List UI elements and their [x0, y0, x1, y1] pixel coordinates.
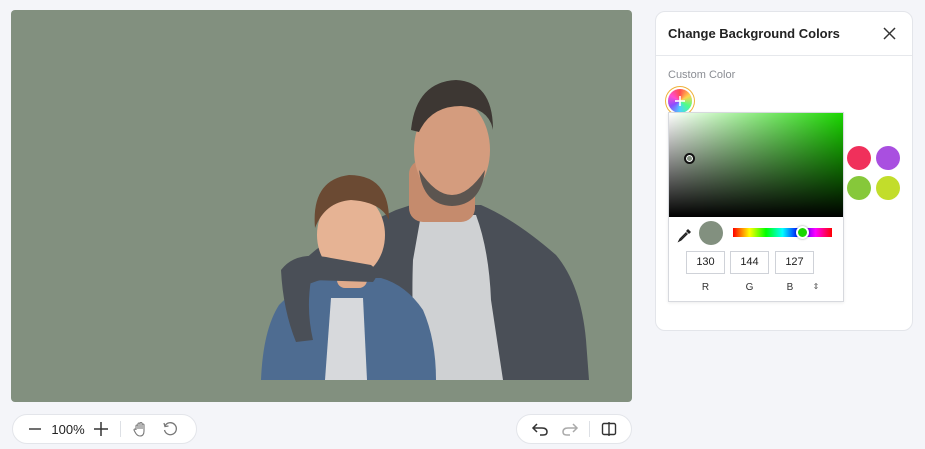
- saturation-handle[interactable]: [684, 153, 695, 164]
- divider: [589, 421, 590, 437]
- minus-icon[interactable]: [22, 416, 48, 442]
- hue-slider[interactable]: [733, 226, 832, 239]
- current-color-swatch: [699, 221, 723, 245]
- color-mode-toggle[interactable]: ⇕: [810, 281, 822, 293]
- panel-title: Change Background Colors: [668, 26, 840, 41]
- preset-color-green[interactable]: [847, 176, 871, 200]
- preset-color-purple[interactable]: [876, 146, 900, 170]
- history-toolbar: [516, 414, 632, 444]
- preset-color-lime[interactable]: [876, 176, 900, 200]
- custom-color-label: Custom Color: [668, 69, 736, 81]
- preset-color-red[interactable]: [847, 146, 871, 170]
- close-icon[interactable]: [878, 23, 900, 45]
- red-label: R: [701, 282, 710, 293]
- hand-icon[interactable]: [127, 416, 153, 442]
- eyedropper-icon[interactable]: [677, 227, 693, 243]
- panel-header: Change Background Colors: [656, 12, 912, 56]
- green-label: G: [745, 282, 754, 293]
- undo-icon[interactable]: [527, 416, 553, 442]
- hue-handle[interactable]: [796, 226, 809, 239]
- add-custom-color-button[interactable]: [668, 89, 692, 113]
- zoom-level: 100%: [51, 421, 85, 437]
- green-input[interactable]: 144: [730, 251, 769, 274]
- plus-icon[interactable]: [88, 416, 114, 442]
- background-color-panel: Change Background Colors Custom Color 13…: [655, 11, 913, 331]
- divider: [120, 421, 121, 437]
- blue-label: B: [786, 282, 794, 293]
- blue-input[interactable]: 127: [775, 251, 814, 274]
- photo-preview: [11, 10, 632, 402]
- color-picker-popover: 130 144 127 R G B ⇕: [668, 112, 844, 302]
- zoom-toolbar: 100%: [12, 414, 197, 444]
- boy-tshirt: [325, 298, 367, 380]
- compare-icon[interactable]: [596, 416, 622, 442]
- reset-icon[interactable]: [157, 416, 183, 442]
- saturation-value-area[interactable]: [669, 113, 843, 217]
- plus-icon: [675, 96, 685, 106]
- redo-icon[interactable]: [557, 416, 583, 442]
- red-input[interactable]: 130: [686, 251, 725, 274]
- image-canvas[interactable]: [11, 10, 632, 402]
